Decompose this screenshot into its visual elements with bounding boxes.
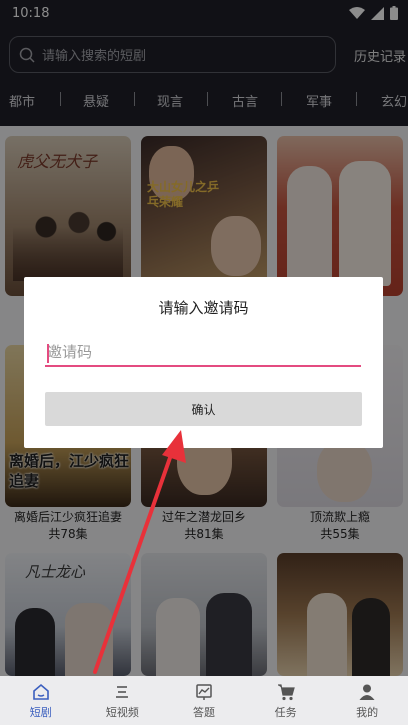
menu-icon <box>116 685 129 698</box>
app-screen: 10:18 请输入搜索的短剧 历史记录 都市 悬疑 现言 古言 军事 玄幻 虎父… <box>0 0 408 725</box>
nav-item-dramas[interactable]: 短剧 <box>0 676 82 725</box>
invite-code-dialog: 请输入邀请码 确认 <box>24 277 383 448</box>
dialog-title: 请输入邀请码 <box>158 299 249 317</box>
nav-label: 任务 <box>274 705 297 719</box>
person-icon <box>359 684 375 700</box>
nav-label: 短剧 <box>29 705 52 719</box>
confirm-button[interactable]: 确认 <box>45 392 362 426</box>
home-icon <box>32 683 49 700</box>
cart-icon <box>277 683 295 700</box>
bottom-nav: 短剧 短视频 答题 任务 我的 <box>0 676 408 725</box>
nav-item-tasks[interactable]: 任务 <box>245 676 327 725</box>
chart-icon <box>196 683 212 700</box>
nav-label: 答题 <box>192 705 215 719</box>
nav-label: 短视频 <box>105 705 139 719</box>
nav-label: 我的 <box>356 705 379 719</box>
nav-item-short-video[interactable]: 短视频 <box>82 676 164 725</box>
text-cursor <box>47 344 49 363</box>
nav-item-quiz[interactable]: 答题 <box>163 676 245 725</box>
invite-code-input[interactable] <box>45 339 361 367</box>
nav-item-profile[interactable]: 我的 <box>326 676 408 725</box>
